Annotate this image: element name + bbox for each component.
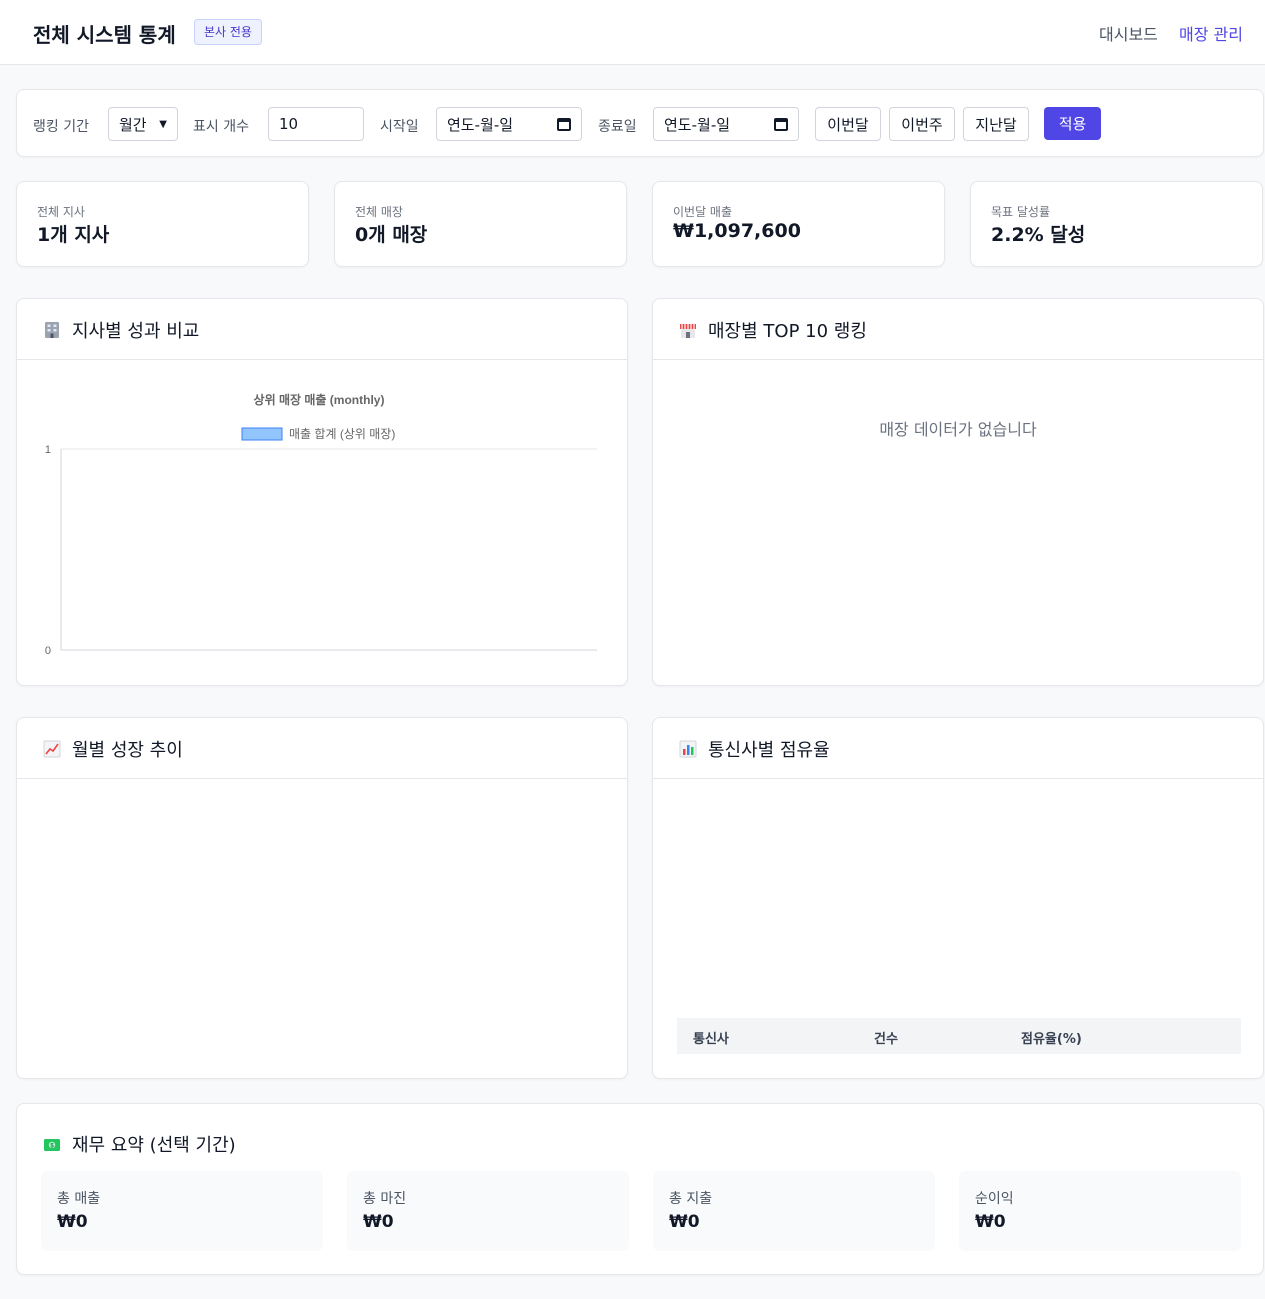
chevron-down-icon: ▼: [159, 118, 167, 130]
branch-comparison-panel: 지사별 성과 비교 상위 매장 매출 (monthly) 매출 합계 (상위 매…: [16, 298, 628, 686]
finance-value: ₩0: [669, 1212, 700, 1232]
end-date-input[interactable]: 연도-월-일: [653, 107, 799, 141]
legend-label[interactable]: 매출 합계 (상위 매장): [289, 427, 395, 441]
finance-value: ₩0: [363, 1212, 394, 1232]
panel-title: 매장별 TOP 10 랭킹: [708, 321, 867, 342]
store-ranking-panel: 매장별 TOP 10 랭킹 매장 데이터가 없습니다: [652, 298, 1264, 686]
finance-label: 총 매출: [57, 1191, 101, 1207]
nav-dashboard-link[interactable]: 대시보드: [1099, 21, 1158, 45]
finance-label: 총 마진: [363, 1191, 407, 1207]
display-count-label: 표시 개수: [193, 119, 249, 135]
stat-label: 목표 달성률: [991, 205, 1051, 219]
stat-label: 전체 지사: [37, 205, 85, 219]
store-icon: [680, 324, 696, 338]
column-header-carrier: 통신사: [693, 1032, 729, 1047]
y-tick-label: 1: [45, 444, 51, 456]
this-month-button[interactable]: 이번달: [815, 107, 881, 141]
calendar-icon[interactable]: [557, 117, 571, 131]
empty-state-message: 매장 데이터가 없습니다: [879, 420, 1037, 439]
panel-header: 지사별 성과 비교: [17, 299, 627, 360]
calendar-icon[interactable]: [774, 117, 788, 131]
office-building-icon: [45, 322, 59, 338]
stat-value: 2.2% 달성: [991, 224, 1086, 246]
store-sales-chart: 상위 매장 매출 (monthly) 매출 합계 (상위 매장) 1 0: [45, 392, 597, 657]
finance-value: ₩0: [57, 1212, 88, 1232]
chart-title: 상위 매장 매출 (monthly): [254, 392, 385, 407]
column-header-count: 건수: [874, 1032, 898, 1047]
finance-label: 순이익: [975, 1191, 1014, 1207]
carrier-table-header: 통신사 건수 점유율(%): [677, 1018, 1241, 1054]
panel-title: 재무 요약 (선택 기간): [72, 1135, 236, 1156]
panel-header: 월별 성장 추이: [17, 718, 627, 779]
stat-value: 0개 매장: [355, 224, 428, 246]
panel-header: 매장별 TOP 10 랭킹: [653, 299, 1263, 360]
finance-label: 총 지출: [669, 1191, 713, 1207]
y-tick-label: 0: [45, 645, 51, 657]
bar-chart-icon: [679, 740, 697, 758]
stat-card-branches: 전체 지사 1개 지사: [16, 181, 309, 267]
apply-button[interactable]: 적용: [1044, 107, 1101, 140]
this-week-button[interactable]: 이번주: [889, 107, 955, 141]
ranking-period-label: 랭킹 기간: [33, 119, 89, 135]
start-date-placeholder: 연도-월-일: [447, 115, 514, 134]
start-date-input[interactable]: 연도-월-일: [436, 107, 582, 141]
finance-total-sales: 총 매출 ₩0: [41, 1171, 323, 1251]
panel-title: 통신사별 점유율: [708, 740, 830, 761]
stat-card-stores: 전체 매장 0개 매장: [334, 181, 627, 267]
stat-label: 전체 매장: [355, 205, 403, 219]
stat-card-monthly-sales: 이번달 매출 ₩1,097,600: [652, 181, 945, 267]
stat-value: 1개 지사: [37, 224, 110, 246]
top-bar: 전체 시스템 통계 본사 전용 대시보드 매장 관리: [0, 0, 1265, 65]
end-date-placeholder: 연도-월-일: [664, 115, 731, 134]
finance-total-margin: 총 마진 ₩0: [347, 1171, 629, 1251]
stat-label: 이번달 매출: [673, 205, 733, 219]
hq-only-badge: 본사 전용: [194, 19, 262, 45]
display-count-input[interactable]: 10: [268, 107, 364, 141]
end-date-label: 종료일: [598, 119, 637, 135]
money-icon: $: [44, 1139, 60, 1151]
finance-summary-panel: $ 재무 요약 (선택 기간) 총 매출 ₩0 총 마진 ₩0 총 지출 ₩0 …: [16, 1103, 1264, 1275]
filter-bar: 랭킹 기간 월간 ▼ 표시 개수 10 시작일 연도-월-일 종료일 연도-월-…: [16, 89, 1264, 157]
finance-total-expense: 총 지출 ₩0: [653, 1171, 935, 1251]
nav-store-management-link[interactable]: 매장 관리: [1179, 21, 1243, 45]
last-month-button[interactable]: 지난달: [963, 107, 1029, 141]
panel-title: 월별 성장 추이: [72, 740, 183, 761]
legend-swatch[interactable]: [241, 427, 283, 441]
ranking-period-value: 월간: [119, 115, 147, 134]
stat-card-goal-rate: 목표 달성률 2.2% 달성: [970, 181, 1263, 267]
page-title: 전체 시스템 통계: [33, 23, 176, 47]
finance-value: ₩0: [975, 1212, 1006, 1232]
start-date-label: 시작일: [380, 119, 419, 135]
stat-value: ₩1,097,600: [673, 220, 801, 242]
monthly-growth-panel: 월별 성장 추이: [16, 717, 628, 1079]
panel-title: 지사별 성과 비교: [72, 321, 200, 342]
chart-increasing-icon: [43, 740, 61, 758]
panel-header: 통신사별 점유율: [653, 718, 1263, 779]
carrier-share-panel: 통신사별 점유율 통신사 건수 점유율(%): [652, 717, 1264, 1079]
column-header-share: 점유율(%): [1021, 1032, 1082, 1047]
ranking-period-select[interactable]: 월간 ▼: [108, 107, 178, 141]
finance-net-profit: 순이익 ₩0: [959, 1171, 1241, 1251]
display-count-value: 10: [279, 115, 299, 133]
